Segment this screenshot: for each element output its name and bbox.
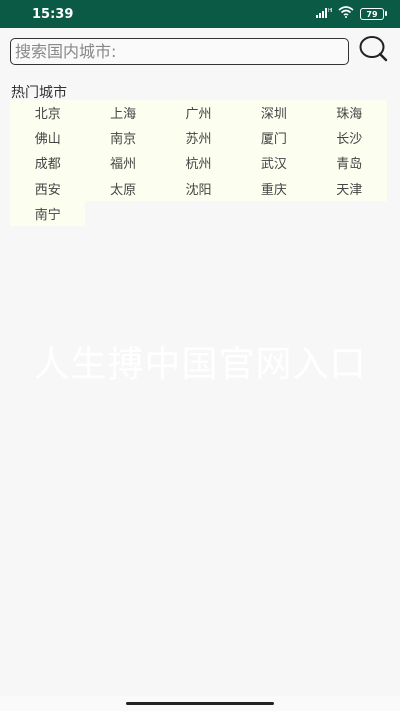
city-item[interactable]: 佛山	[10, 125, 86, 151]
watermark-text: 人生搏中国官网入口	[33, 344, 367, 385]
battery-icon: 79	[360, 8, 387, 20]
search-icon	[358, 35, 388, 67]
city-item[interactable]: 沈阳	[160, 175, 237, 201]
city-item[interactable]: 珠海	[311, 100, 387, 126]
search-bar	[10, 36, 390, 66]
city-item[interactable]: 武汉	[236, 150, 312, 176]
city-item[interactable]: 成都	[10, 150, 86, 176]
city-item[interactable]: 深圳	[236, 100, 312, 126]
wifi-icon	[338, 6, 354, 22]
city-item[interactable]: 厦门	[236, 125, 312, 151]
battery-level: 79	[366, 9, 378, 19]
city-item[interactable]: 太原	[85, 175, 161, 201]
hot-cities-grid: 北京 上海 广州 深圳 珠海佛山 南京 苏州 厦门 长沙成都 福州 杭州 武汉 青岛西安 太原 沈阳 重庆 天津…	[10, 100, 387, 226]
status-bar: 15:39 HD 79	[0, 0, 400, 28]
city-item[interactable]: 青岛	[311, 150, 387, 176]
city-item[interactable]: 上海	[85, 100, 161, 126]
home-indicator[interactable]	[126, 702, 274, 705]
city-item[interactable]: 长沙	[311, 125, 387, 151]
svg-text:HD: HD	[328, 8, 332, 14]
status-time: 15:39	[32, 6, 74, 22]
status-icons: HD 79	[316, 6, 387, 22]
city-item[interactable]: 广州	[160, 100, 237, 126]
city-item[interactable]: 天津	[311, 175, 387, 201]
search-button[interactable]	[357, 36, 389, 66]
city-item[interactable]: 南宁	[10, 200, 86, 226]
city-item[interactable]: 苏州	[160, 125, 237, 151]
city-item[interactable]: 南京	[85, 125, 161, 151]
city-item[interactable]: 杭州	[160, 150, 237, 176]
search-input[interactable]	[10, 37, 349, 65]
city-item[interactable]: 西安	[10, 175, 86, 201]
signal-icon: HD	[316, 7, 336, 21]
city-item[interactable]: 福州	[85, 150, 161, 176]
city-item[interactable]: 北京	[10, 100, 86, 126]
city-item[interactable]: 重庆	[236, 175, 312, 201]
hot-cities-title: 热门城市	[11, 85, 67, 101]
